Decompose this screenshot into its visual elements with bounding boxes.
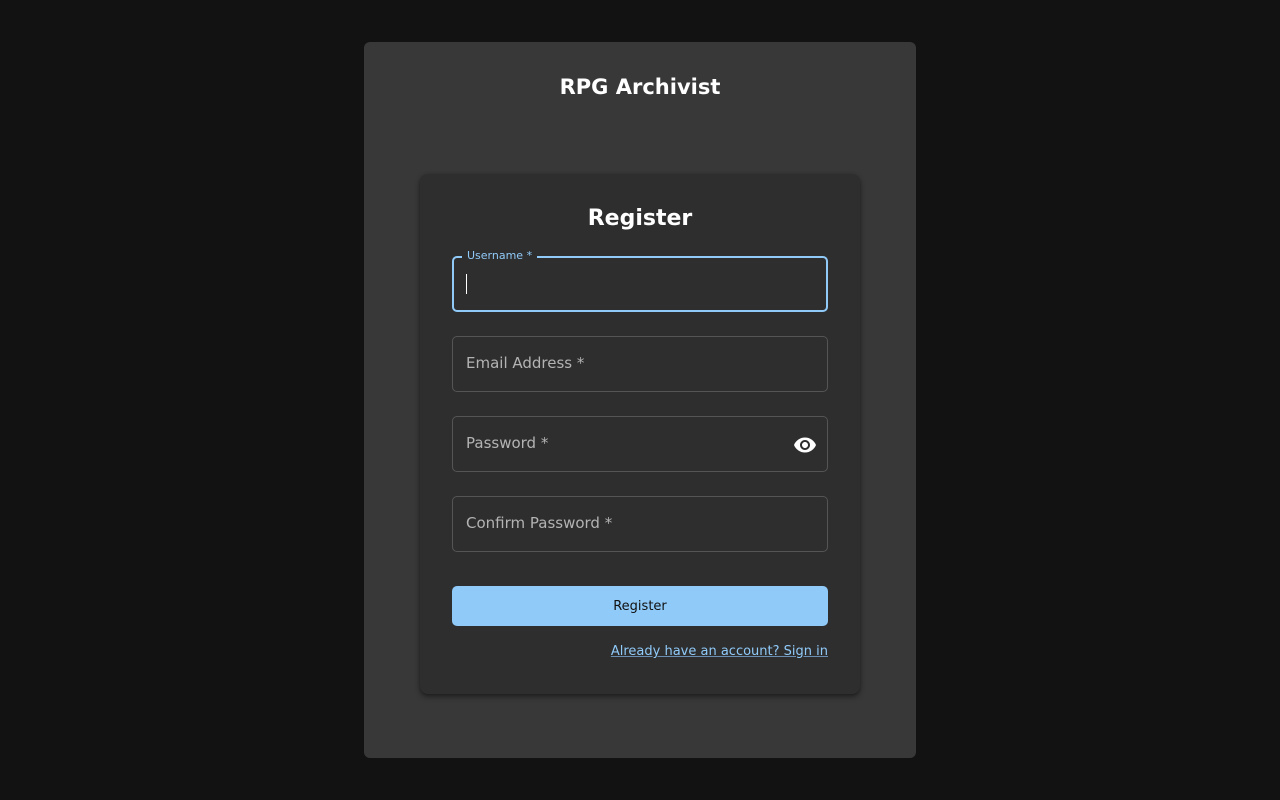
- app-title: RPG Archivist: [559, 75, 721, 99]
- password-field[interactable]: Password *: [452, 416, 828, 472]
- eye-icon[interactable]: [793, 433, 817, 457]
- email-field[interactable]: Email Address *: [452, 336, 828, 392]
- confirm-password-field[interactable]: Confirm Password *: [452, 496, 828, 552]
- username-field[interactable]: Username *: [452, 249, 828, 312]
- username-label: Username *: [462, 249, 538, 263]
- register-card: Register Username * Email Address * Pass…: [420, 174, 860, 694]
- password-placeholder: Password *: [466, 434, 549, 452]
- confirm-password-placeholder: Confirm Password *: [466, 514, 613, 532]
- signin-link[interactable]: Already have an account? Sign in: [611, 644, 828, 659]
- text-caret: [466, 274, 467, 294]
- register-heading: Register: [587, 206, 693, 231]
- email-placeholder: Email Address *: [466, 354, 585, 372]
- auth-panel: RPG Archivist Register Username * Email …: [364, 42, 916, 758]
- register-button[interactable]: Register: [452, 586, 828, 626]
